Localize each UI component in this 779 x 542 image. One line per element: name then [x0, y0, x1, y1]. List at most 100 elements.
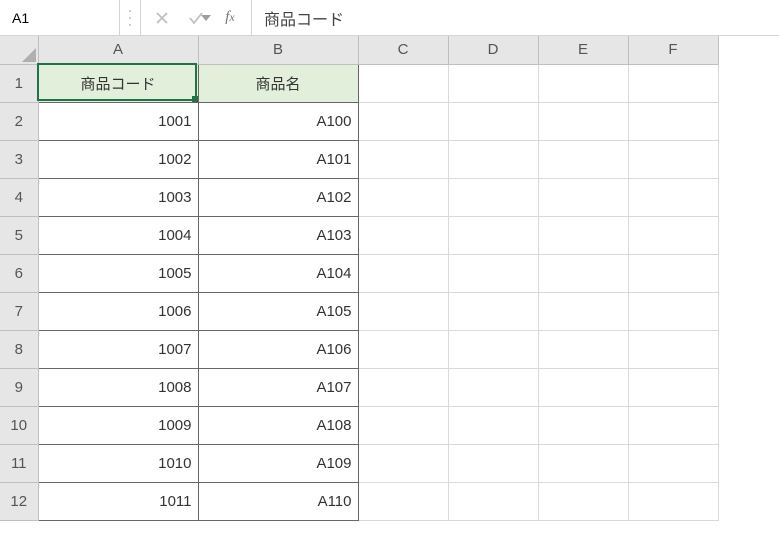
cell-C4[interactable]	[358, 178, 448, 216]
cell-C9[interactable]	[358, 368, 448, 406]
cell-B1[interactable]: 商品名	[198, 64, 358, 102]
row-header-2[interactable]: 2	[0, 102, 38, 140]
cell-A5[interactable]: 1004	[38, 216, 198, 254]
row-header-12[interactable]: 12	[0, 482, 38, 520]
cell-C7[interactable]	[358, 292, 448, 330]
cell-F1[interactable]	[628, 64, 718, 102]
cell-B10[interactable]: A108	[198, 406, 358, 444]
cell-A12[interactable]: 1011	[38, 482, 198, 520]
column-header-B[interactable]: B	[198, 36, 358, 64]
cell-A1[interactable]: 商品コード	[38, 64, 198, 102]
cell-A11[interactable]: 1010	[38, 444, 198, 482]
cell-D3[interactable]	[448, 140, 538, 178]
cell-D2[interactable]	[448, 102, 538, 140]
row-header-3[interactable]: 3	[0, 140, 38, 178]
column-header-F[interactable]: F	[628, 36, 718, 64]
cell-D6[interactable]	[448, 254, 538, 292]
cell-B4[interactable]: A102	[198, 178, 358, 216]
cell-C11[interactable]	[358, 444, 448, 482]
cell-A7[interactable]: 1006	[38, 292, 198, 330]
cell-A2[interactable]: 1001	[38, 102, 198, 140]
cell-F11[interactable]	[628, 444, 718, 482]
cell-C6[interactable]	[358, 254, 448, 292]
cell-D8[interactable]	[448, 330, 538, 368]
cell-F3[interactable]	[628, 140, 718, 178]
cell-E2[interactable]	[538, 102, 628, 140]
column-header-D[interactable]: D	[448, 36, 538, 64]
formula-bar: fx 商品コード	[0, 0, 779, 36]
cell-A9[interactable]: 1008	[38, 368, 198, 406]
cell-D1[interactable]	[448, 64, 538, 102]
cell-B3[interactable]: A101	[198, 140, 358, 178]
cell-D9[interactable]	[448, 368, 538, 406]
cell-A3[interactable]: 1002	[38, 140, 198, 178]
formula-bar-grip	[120, 0, 141, 35]
cell-F8[interactable]	[628, 330, 718, 368]
cell-E7[interactable]	[538, 292, 628, 330]
cell-F6[interactable]	[628, 254, 718, 292]
cell-B11[interactable]: A109	[198, 444, 358, 482]
cell-D10[interactable]	[448, 406, 538, 444]
insert-function-icon[interactable]: fx	[221, 9, 239, 27]
cell-E5[interactable]	[538, 216, 628, 254]
cell-E12[interactable]	[538, 482, 628, 520]
cell-D11[interactable]	[448, 444, 538, 482]
cell-A6[interactable]: 1005	[38, 254, 198, 292]
cell-B7[interactable]: A105	[198, 292, 358, 330]
row-header-8[interactable]: 8	[0, 330, 38, 368]
cell-B5[interactable]: A103	[198, 216, 358, 254]
row-header-4[interactable]: 4	[0, 178, 38, 216]
cell-F10[interactable]	[628, 406, 718, 444]
cell-F9[interactable]	[628, 368, 718, 406]
cancel-icon[interactable]	[153, 9, 171, 27]
formula-bar-buttons: fx	[141, 0, 252, 35]
cell-C10[interactable]	[358, 406, 448, 444]
cell-F12[interactable]	[628, 482, 718, 520]
cell-A4[interactable]: 1003	[38, 178, 198, 216]
cell-B6[interactable]: A104	[198, 254, 358, 292]
cell-E3[interactable]	[538, 140, 628, 178]
cell-B9[interactable]: A107	[198, 368, 358, 406]
cell-C3[interactable]	[358, 140, 448, 178]
cell-E8[interactable]	[538, 330, 628, 368]
spreadsheet-grid: A B C D E F 1 商品コード 商品名 2 1001 A100	[0, 36, 779, 521]
cell-E6[interactable]	[538, 254, 628, 292]
cell-D4[interactable]	[448, 178, 538, 216]
row-header-11[interactable]: 11	[0, 444, 38, 482]
cell-B8[interactable]: A106	[198, 330, 358, 368]
cell-E4[interactable]	[538, 178, 628, 216]
cell-D7[interactable]	[448, 292, 538, 330]
formula-input[interactable]: 商品コード	[252, 0, 779, 35]
cell-C5[interactable]	[358, 216, 448, 254]
select-all-corner[interactable]	[0, 36, 38, 64]
row-header-5[interactable]: 5	[0, 216, 38, 254]
cell-F4[interactable]	[628, 178, 718, 216]
cell-C12[interactable]	[358, 482, 448, 520]
name-box-wrapper	[0, 0, 120, 35]
cell-E11[interactable]	[538, 444, 628, 482]
cell-F5[interactable]	[628, 216, 718, 254]
cell-C8[interactable]	[358, 330, 448, 368]
row-header-10[interactable]: 10	[0, 406, 38, 444]
cell-E1[interactable]	[538, 64, 628, 102]
cell-C1[interactable]	[358, 64, 448, 102]
row-header-7[interactable]: 7	[0, 292, 38, 330]
row-header-1[interactable]: 1	[0, 64, 38, 102]
column-header-C[interactable]: C	[358, 36, 448, 64]
cell-D12[interactable]	[448, 482, 538, 520]
cell-F7[interactable]	[628, 292, 718, 330]
cell-B12[interactable]: A110	[198, 482, 358, 520]
cell-A10[interactable]: 1009	[38, 406, 198, 444]
cell-C2[interactable]	[358, 102, 448, 140]
column-header-E[interactable]: E	[538, 36, 628, 64]
cell-D5[interactable]	[448, 216, 538, 254]
cell-A8[interactable]: 1007	[38, 330, 198, 368]
row-header-9[interactable]: 9	[0, 368, 38, 406]
row-header-6[interactable]: 6	[0, 254, 38, 292]
cell-E10[interactable]	[538, 406, 628, 444]
cell-F2[interactable]	[628, 102, 718, 140]
cell-E9[interactable]	[538, 368, 628, 406]
cell-B2[interactable]: A100	[198, 102, 358, 140]
enter-icon[interactable]	[187, 9, 205, 27]
column-header-A[interactable]: A	[38, 36, 198, 64]
